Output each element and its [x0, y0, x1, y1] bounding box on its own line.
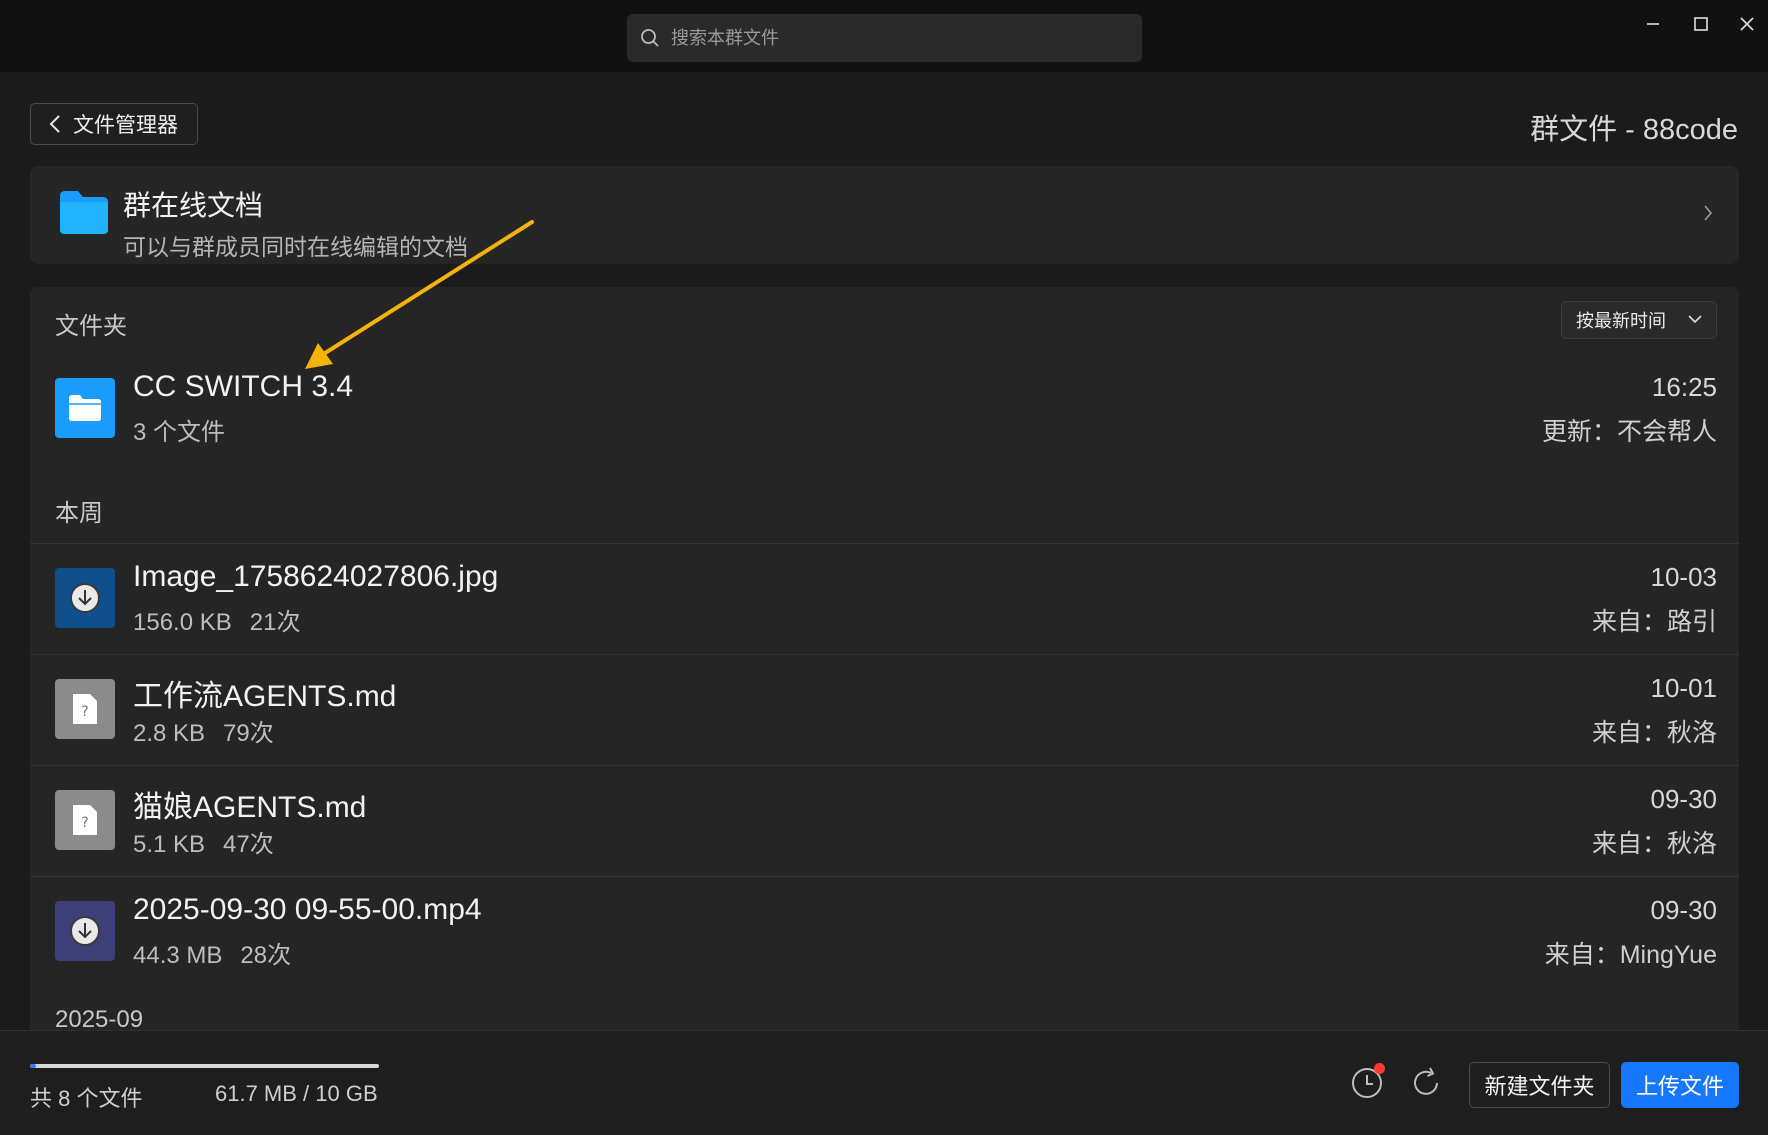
- minimize-icon: [1647, 23, 1659, 25]
- file-date: 09-30: [1650, 784, 1718, 814]
- file-uploader: 来自：秋洛: [1591, 830, 1717, 858]
- file-meta: 5.1 KB 47次: [133, 824, 274, 859]
- folder-meta: 3 个文件: [133, 419, 226, 446]
- footer-bar: 共 8 个文件 61.7 MB / 10 GB 新建文件夹 上传文件: [0, 1030, 1768, 1135]
- file-size: 156.0 KB: [133, 609, 232, 636]
- online-docs-title: 群在线文档: [123, 190, 264, 221]
- file-name: 2025-09-30 09-55-00.mp4: [133, 893, 482, 926]
- sort-label: 按最新时间: [1576, 311, 1666, 331]
- file-download-count: 47次: [223, 831, 274, 858]
- file-count: 共 8 个文件: [30, 1086, 143, 1111]
- chevron-down-icon: [1688, 315, 1702, 324]
- folder-icon: [55, 378, 115, 438]
- search-input[interactable]: [669, 26, 1113, 50]
- file-name: Image_1758624027806.jpg: [133, 560, 499, 593]
- online-docs-card[interactable]: 群在线文档 可以与群成员同时在线编辑的文档: [30, 166, 1739, 264]
- svg-text:?: ?: [81, 815, 88, 831]
- page-title: 群文件 - 88code: [1530, 114, 1738, 146]
- file-uploader: 来自：MingYue: [1544, 941, 1717, 969]
- file-meta: 44.3 MB 28次: [133, 935, 291, 970]
- unknown-file-icon: ?: [55, 790, 115, 850]
- chevron-right-icon: [1704, 205, 1713, 221]
- file-row[interactable]: 2025-09-30 09-55-00.mp4 44.3 MB 28次 09-30…: [30, 876, 1739, 987]
- file-date: 10-01: [1650, 673, 1718, 703]
- close-icon: [1740, 17, 1754, 31]
- upload-file-button[interactable]: 上传文件: [1621, 1062, 1739, 1108]
- folder-icon: [60, 191, 108, 234]
- storage-usage: 61.7 MB / 10 GB: [215, 1081, 378, 1106]
- file-size: 5.1 KB: [133, 831, 206, 858]
- folder-date: 16:25: [1651, 372, 1717, 402]
- svg-text:?: ?: [81, 704, 88, 720]
- search-box[interactable]: [627, 14, 1142, 62]
- file-uploader: 来自：路引: [1591, 608, 1717, 636]
- storage-progress-fill: [30, 1064, 36, 1068]
- notification-dot: [1374, 1063, 1385, 1074]
- online-docs-subtitle: 可以与群成员同时在线编辑的文档: [123, 234, 468, 260]
- file-row[interactable]: ? 猫娘AGENTS.md 5.1 KB 47次 09-30 来自：秋洛: [30, 765, 1739, 876]
- chevron-left-icon: [49, 115, 60, 133]
- new-folder-button[interactable]: 新建文件夹: [1469, 1062, 1610, 1108]
- file-row[interactable]: ? 工作流AGENTS.md 2.8 KB 79次 10-01 来自：秋洛: [30, 654, 1739, 765]
- minimize-button[interactable]: [1633, 8, 1673, 40]
- sort-dropdown[interactable]: 按最新时间: [1561, 301, 1717, 339]
- search-icon: [641, 29, 659, 47]
- back-button[interactable]: 文件管理器: [30, 103, 198, 145]
- file-meta: 156.0 KB 21次: [133, 602, 300, 637]
- folder-row[interactable]: CC SWITCH 3.4 3 个文件 16:25 更新：不会帮人: [30, 354, 1739, 464]
- refresh-button[interactable]: [1406, 1063, 1446, 1103]
- file-meta: 2.8 KB 79次: [133, 713, 274, 748]
- file-list-panel: 文件夹 按最新时间 CC SWITCH 3.4 3 个文件 16:25 更新：不…: [30, 287, 1739, 1030]
- back-button-label: 文件管理器: [73, 114, 178, 137]
- download-icon: [55, 901, 115, 961]
- file-size: 44.3 MB: [133, 942, 223, 969]
- file-uploader: 来自：秋洛: [1591, 719, 1717, 747]
- file-download-count: 28次: [240, 942, 292, 969]
- file-row[interactable]: Image_1758624027806.jpg 156.0 KB 21次 10-0…: [30, 543, 1739, 654]
- close-button[interactable]: [1727, 8, 1767, 40]
- unknown-file-icon: ?: [55, 679, 115, 739]
- maximize-icon: [1694, 17, 1708, 31]
- download-icon: [55, 568, 115, 628]
- file-name: 猫娘AGENTS.md: [133, 791, 367, 824]
- title-bar: [0, 0, 1768, 72]
- file-date: 09-30: [1650, 895, 1718, 925]
- file-name: 工作流AGENTS.md: [133, 680, 397, 713]
- maximize-button[interactable]: [1681, 8, 1721, 40]
- section-label-folders: 文件夹: [55, 313, 127, 340]
- history-button[interactable]: [1347, 1063, 1387, 1103]
- folder-updated-by: 更新：不会帮人: [1541, 418, 1717, 446]
- file-date: 10-03: [1650, 562, 1718, 592]
- refresh-icon: [1414, 1067, 1438, 1095]
- file-size: 2.8 KB: [133, 720, 206, 747]
- file-download-count: 21次: [249, 609, 301, 636]
- file-download-count: 79次: [223, 720, 274, 747]
- folder-name: CC SWITCH 3.4: [133, 370, 354, 403]
- storage-progress-bar: [30, 1064, 379, 1068]
- section-label-this-week: 本周: [55, 500, 103, 527]
- section-label-month: 2025-09: [55, 1006, 144, 1030]
